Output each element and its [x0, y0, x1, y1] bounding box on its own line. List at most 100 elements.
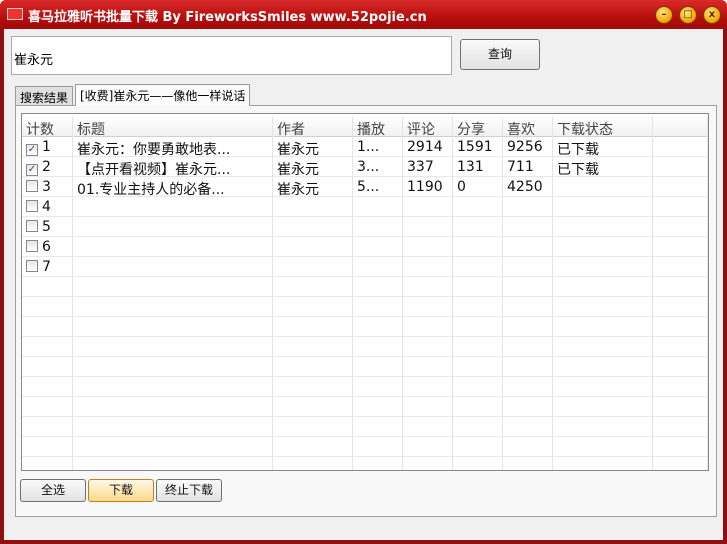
cell-filler — [653, 337, 708, 357]
table-row[interactable]: 6 — [22, 237, 708, 257]
cell-shares — [453, 197, 503, 217]
column-header-title[interactable]: 标题 — [73, 117, 273, 137]
cell-author — [273, 197, 353, 217]
table-row[interactable]: ✓ 2 【点开看视频】崔永元... 崔永元 3... 337 131 711 已下载 — [22, 157, 708, 177]
app-icon — [7, 8, 23, 20]
cell-filler — [653, 237, 708, 257]
row-checkbox[interactable] — [26, 220, 38, 232]
row-checkbox[interactable] — [26, 180, 38, 192]
cell-count — [22, 377, 73, 397]
cell-comments — [403, 317, 453, 337]
cell-status: 已下载 — [553, 137, 653, 157]
cell-status — [553, 277, 653, 297]
cell-status — [553, 217, 653, 237]
row-checkbox[interactable] — [26, 260, 38, 272]
tab-album[interactable]: [收费]崔永元——像他一样说话 — [75, 84, 251, 106]
cell-plays — [353, 197, 403, 217]
empty-row — [22, 417, 708, 437]
cell-title — [73, 217, 273, 237]
cell-shares — [453, 297, 503, 317]
row-checkbox[interactable] — [26, 240, 38, 252]
track-table: 计数 标题 作者 播放 评论 分享 喜欢 下载状态 ✓ 1 崔永元：你要勇敢地表... 崔永元 1...… — [21, 113, 709, 471]
table-row[interactable]: 3 01.专业主持人的必备... 崔永元 5... 1190 0 4250 — [22, 177, 708, 197]
cell-author — [273, 377, 353, 397]
table-row[interactable]: ✓ 1 崔永元：你要勇敢地表... 崔永元 1... 2914 1591 9256 已下载 — [22, 137, 708, 157]
stop-download-button[interactable]: 终止下载 — [156, 479, 222, 502]
column-header-count[interactable]: 计数 — [22, 117, 73, 137]
cell-title — [73, 417, 273, 437]
empty-row — [22, 357, 708, 377]
cell-count — [22, 297, 73, 317]
row-checkbox[interactable] — [26, 200, 38, 212]
cell-count — [22, 417, 73, 437]
cell-title: 01.专业主持人的必备... — [73, 177, 273, 197]
column-header-likes[interactable]: 喜欢 — [503, 117, 553, 137]
row-checkbox[interactable]: ✓ — [26, 144, 38, 156]
cell-title: 崔永元：你要勇敢地表... — [73, 137, 273, 157]
table-row[interactable]: 7 — [22, 257, 708, 277]
column-header-plays[interactable]: 播放 — [353, 117, 403, 137]
cell-author: 崔永元 — [273, 177, 353, 197]
cell-likes — [503, 437, 553, 457]
cell-likes — [503, 237, 553, 257]
cell-likes — [503, 377, 553, 397]
column-header-shares[interactable]: 分享 — [453, 117, 503, 137]
cell-likes: 9256 — [503, 137, 553, 157]
table-row[interactable]: 4 — [22, 197, 708, 217]
cell-filler — [653, 457, 708, 470]
cell-status — [553, 297, 653, 317]
cell-shares: 0 — [453, 177, 503, 197]
cell-shares — [453, 377, 503, 397]
cell-count: 4 — [22, 197, 73, 217]
cell-plays — [353, 237, 403, 257]
cell-count — [22, 317, 73, 337]
cell-shares — [453, 237, 503, 257]
cell-filler — [653, 317, 708, 337]
cell-plays — [353, 417, 403, 437]
cell-shares — [453, 357, 503, 377]
window-title: 喜马拉雅听书批量下载 By FireworksSmiles www.52poji… — [28, 10, 427, 25]
cell-shares — [453, 217, 503, 237]
title-bar[interactable]: 喜马拉雅听书批量下载 By FireworksSmiles www.52poji… — [0, 0, 727, 29]
cell-author — [273, 417, 353, 437]
cell-count — [22, 337, 73, 357]
row-checkbox[interactable]: ✓ — [26, 164, 38, 176]
row-number: 4 — [42, 199, 51, 215]
cell-comments — [403, 297, 453, 317]
cell-likes — [503, 397, 553, 417]
cell-filler — [653, 257, 708, 277]
cell-title — [73, 377, 273, 397]
cell-filler — [653, 217, 708, 237]
cell-title — [73, 257, 273, 277]
download-button[interactable]: 下载 — [88, 479, 154, 502]
cell-filler — [653, 437, 708, 457]
cell-author — [273, 317, 353, 337]
empty-row — [22, 277, 708, 297]
row-number: 5 — [42, 219, 51, 235]
cell-count: 3 — [22, 177, 73, 197]
cell-comments — [403, 417, 453, 437]
search-input[interactable]: 崔永元 — [11, 36, 452, 75]
cell-comments: 337 — [403, 157, 453, 177]
maximize-button[interactable]: □ — [679, 6, 697, 24]
column-header-comments[interactable]: 评论 — [403, 117, 453, 137]
tab-search-results[interactable]: 搜索结果 — [15, 86, 74, 105]
column-header-author[interactable]: 作者 — [273, 117, 353, 137]
cell-filler — [653, 137, 708, 157]
table-row[interactable]: 5 — [22, 217, 708, 237]
cell-comments — [403, 457, 453, 470]
cell-title — [73, 457, 273, 470]
cell-shares — [453, 257, 503, 277]
cell-author — [273, 217, 353, 237]
cell-plays — [353, 257, 403, 277]
query-button[interactable]: 查询 — [460, 39, 540, 70]
cell-author — [273, 277, 353, 297]
cell-comments — [403, 397, 453, 417]
column-header-status[interactable]: 下载状态 — [553, 117, 653, 137]
cell-status — [553, 257, 653, 277]
minimize-button[interactable]: – — [655, 6, 673, 24]
close-button[interactable]: x — [703, 6, 721, 24]
select-all-button[interactable]: 全选 — [20, 479, 86, 502]
cell-plays: 5... — [353, 177, 403, 197]
cell-status: 已下载 — [553, 157, 653, 177]
